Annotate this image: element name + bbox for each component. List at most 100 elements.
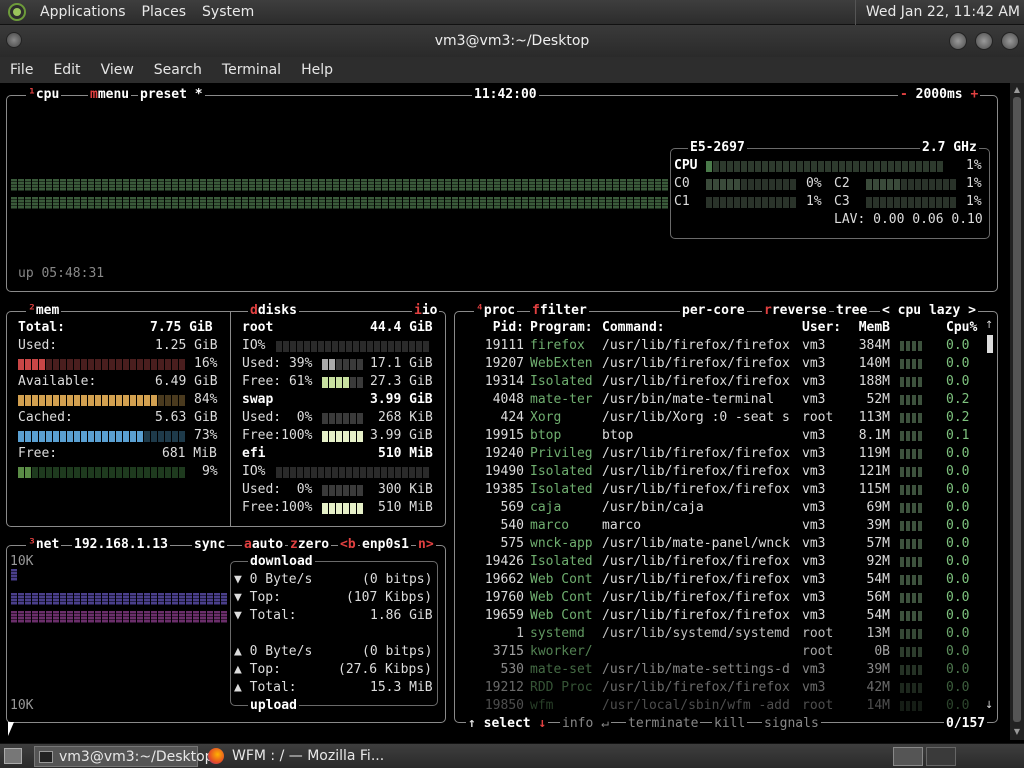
disk-efi-io-bar [276,467,429,478]
menu-terminal[interactable]: Terminal [212,62,291,78]
proc-row[interactable]: 1 systemd/usr/lib/systemd/systemd root 13M 0… [458,625,988,643]
proc-cell-mem: 56M [866,590,890,605]
disk-efi-io-label: IO% [242,464,266,479]
proc-kill-button[interactable]: kill [712,716,748,732]
proc-scroll-down-icon[interactable]: ↓ [985,701,993,711]
net-next-interface[interactable]: n> [416,537,436,553]
proc-per-core-toggle[interactable]: per-core [680,303,747,319]
menu-applications[interactable]: Applications [32,4,134,20]
proc-signals-button[interactable]: signals [762,716,821,732]
proc-row[interactable]: 19111 firefox/usr/lib/firefox/firefox vm3 3… [458,337,988,355]
mem-free-bar [18,467,185,478]
close-button[interactable] [1001,32,1019,50]
net-zero-toggle[interactable]: zzero [288,537,332,553]
terminal-scroll-up-icon[interactable]: ▲ [1012,85,1022,95]
proc-row[interactable]: 19212 RDD Proc/usr/lib/firefox/firefox vm3… [458,679,988,697]
terminal-scroll-thumb[interactable] [1013,97,1021,722]
proc-scroll-up-icon[interactable]: ↑ [985,321,995,331]
proc-row[interactable]: 19240 Privileg/usr/lib/firefox/firefox vm3… [458,445,988,463]
col-pid[interactable]: Pid: [458,319,524,337]
cpu-menu-button[interactable]: mmenu [88,87,132,103]
cpu-preset-button[interactable]: preset * [138,87,205,103]
bar-segment [706,197,712,208]
disks-title[interactable]: ddisks [248,303,299,319]
proc-reverse-toggle[interactable]: rreverse [762,303,829,319]
bar-segment [908,179,914,190]
menu-help[interactable]: Help [291,62,343,78]
proc-tree-toggle[interactable]: tree [834,303,870,319]
bar-segment [116,395,122,406]
proc-info-button[interactable]: info ↵ [560,716,611,732]
proc-row[interactable]: 3715 kworker/root 0B 0.0 [458,643,988,661]
terminal-scrollbar[interactable]: ▲ ▼ [1010,83,1024,740]
workspace-2[interactable] [926,747,956,766]
proc-cell-mem: 42M [866,680,890,695]
net-auto-toggle[interactable]: aauto [242,537,286,553]
cpu-graph-cell [494,179,500,191]
cpu-interval[interactable]: - 2000ms + [898,87,981,103]
workspace-1[interactable] [893,747,923,766]
net-upload-cell [158,611,164,623]
col-user[interactable]: User: [802,319,858,337]
menu-search[interactable]: Search [144,62,212,78]
proc-row[interactable]: 19426 Isolated/usr/lib/firefox/firefox vm3… [458,553,988,571]
window-titlebar[interactable]: vm3@vm3:~/Desktop [0,25,1024,57]
menu-places[interactable]: Places [134,4,195,20]
maximize-button[interactable] [975,32,993,50]
proc-sort-selector[interactable]: < cpu lazy > [880,303,978,319]
window-menu-icon[interactable] [6,32,22,48]
menu-edit[interactable]: Edit [43,62,90,78]
proc-row[interactable]: 19207 WebExten/usr/lib/firefox/firefox vm3… [458,355,988,373]
terminal-scroll-down-icon[interactable]: ▼ [1012,727,1022,737]
proc-terminate-button[interactable]: terminate [626,716,701,732]
proc-row[interactable]: 19385 Isolated/usr/lib/firefox/firefox vm3… [458,481,988,499]
cpu-graph-cell [291,179,297,191]
bar-segment [151,467,157,478]
proc-cell-cpu: 0.0 [946,662,970,677]
bar-segment [880,197,886,208]
proc-row[interactable]: 19850 wfm/usr/local/sbin/wfm -add root 14M 0… [458,697,988,715]
cpu-graph-cell [606,179,612,191]
net-sync-toggle[interactable]: sync [192,537,228,553]
proc-row[interactable]: 575 wnck-app/usr/lib/mate-panel/wnck vm3 57… [458,535,988,553]
proc-row[interactable]: 19314 Isolated/usr/lib/firefox/firefox vm3… [458,373,988,391]
menu-file[interactable]: File [0,62,43,78]
proc-row[interactable]: 569 caja/usr/bin/caja vm3 69M 0.0 [458,499,988,517]
disks-io-toggle[interactable]: iio [412,303,440,319]
col-mem[interactable]: MemB [858,319,890,337]
core-1-bar [706,197,796,208]
mate-logo-icon[interactable] [8,3,26,21]
proc-cell-pid: 19659 [484,608,524,623]
mem-cached-value: 5.63 GiB [155,410,218,425]
proc-row[interactable]: 424 Xorg/usr/lib/Xorg :0 -seat s root 113M 0… [458,409,988,427]
bar-segment [151,395,157,406]
proc-scroll-thumb[interactable] [987,335,993,353]
proc-row[interactable]: 4048 mate-ter/usr/bin/mate-terminal vm3 52M… [458,391,988,409]
clock[interactable]: Wed Jan 22, 11:42 AM [854,0,1020,25]
proc-row[interactable]: 19490 Isolated/usr/lib/firefox/firefox vm3… [458,463,988,481]
taskbar-terminal[interactable]: vm3@vm3:~/Desktop [34,746,214,767]
proc-row[interactable]: 19659 Web Cont/usr/lib/firefox/firefox vm3… [458,607,988,625]
net-upload-cell [193,611,199,623]
terminal-area[interactable]: ¹cpu mmenu preset * 11:42:00 - 2000ms + … [0,83,1010,740]
proc-row[interactable]: 19760 Web Cont/usr/lib/firefox/firefox vm3… [458,589,988,607]
proc-row[interactable]: 540 marco marco vm3 39M 0.0 [458,517,988,535]
minimize-button[interactable] [949,32,967,50]
mem-disks-divider [230,311,231,527]
proc-row[interactable]: 19915 btop btop vm3 8.1M 0.1 [458,427,988,445]
show-desktop-icon[interactable] [4,748,22,764]
core-3-value: 1% [966,194,982,209]
menu-view[interactable]: View [91,62,144,78]
proc-select-control[interactable]: ↑ select ↓ [466,716,549,732]
col-program[interactable]: Program: [530,319,602,337]
proc-row[interactable]: 530 mate-set/usr/lib/mate-settings-d vm3 39… [458,661,988,679]
proc-scrollbar[interactable]: ↑ ↓ [985,321,995,713]
bar-segment [336,377,342,388]
col-cpu[interactable]: Cpu% [946,319,978,337]
taskbar-firefox[interactable]: WFM : / — Mozilla Fi... [206,746,406,767]
col-command[interactable]: Command: [602,319,802,337]
menu-system[interactable]: System [194,4,262,20]
net-prev-interface[interactable]: <b [338,537,358,553]
proc-row[interactable]: 19662 Web Cont/usr/lib/firefox/firefox vm3… [458,571,988,589]
proc-filter-button[interactable]: ffilter [530,303,589,319]
